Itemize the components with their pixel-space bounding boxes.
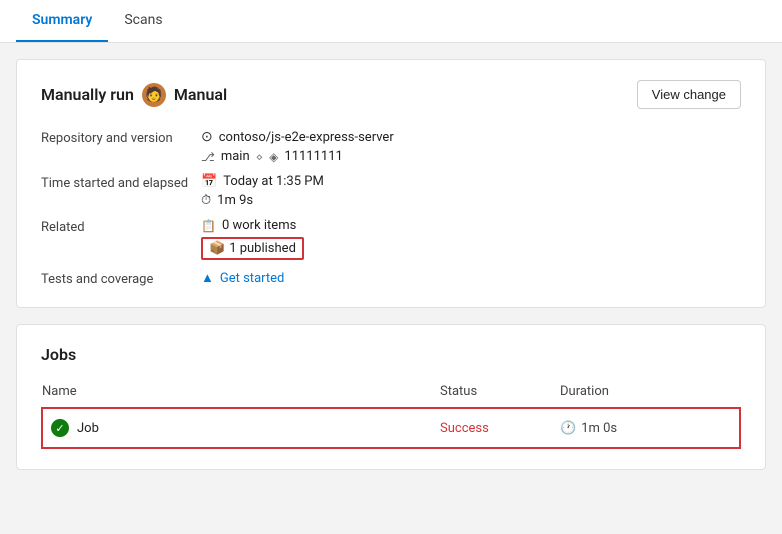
table-row: ✓ Job Success 🕐 1m 0s (42, 408, 740, 448)
published-box: 📦 1 published (201, 237, 304, 260)
repo-name: contoso/js-e2e-express-server (219, 130, 394, 145)
time-started: Today at 1:35 PM (223, 174, 324, 189)
get-started-link[interactable]: Get started (220, 271, 284, 286)
repo-value: ⊙ contoso/js-e2e-express-server ⎇ main ⋄… (201, 129, 741, 164)
jobs-table: Name Status Duration ✓ Job Success (41, 376, 741, 449)
status-badge: Success (440, 421, 489, 436)
duration-clock-icon: 🕐 (560, 421, 576, 436)
job-name: Job (77, 421, 99, 436)
tab-scans[interactable]: Scans (108, 0, 178, 42)
summary-card-header: Manually run 🧑 Manual View change (41, 80, 741, 109)
published-text: 1 published (229, 241, 296, 256)
commit-icon: ◈ (269, 150, 278, 164)
info-table: Repository and version ⊙ contoso/js-e2e-… (41, 129, 741, 287)
manual-label: Manual (174, 85, 227, 104)
view-change-button[interactable]: View change (637, 80, 741, 109)
success-icon: ✓ (51, 419, 69, 437)
related-value: 📋 0 work items 📦 1 published (201, 218, 741, 260)
jobs-table-header: Name Status Duration (42, 376, 740, 408)
repo-label: Repository and version (41, 129, 201, 164)
manually-run-label: Manually run (41, 85, 134, 104)
elapsed-time: 1m 9s (217, 193, 253, 208)
col-name: Name (42, 376, 440, 408)
col-status: Status (440, 376, 560, 408)
clock-icon: ⏱ (201, 193, 211, 208)
job-name-cell: ✓ Job (42, 408, 440, 448)
artifact-icon: 📦 (209, 241, 225, 256)
summary-title: Manually run 🧑 Manual (41, 83, 227, 107)
main-content: Manually run 🧑 Manual View change Reposi… (0, 43, 782, 486)
job-duration: 1m 0s (581, 421, 617, 436)
work-items: 0 work items (222, 218, 296, 233)
tests-icon: ▲ (201, 270, 214, 286)
branch-name: main (221, 149, 250, 164)
workitem-icon: 📋 (201, 219, 216, 233)
commit-hash: 11111111 (284, 149, 342, 164)
separator: ⋄ (256, 150, 264, 164)
branch-icon: ⎇ (201, 150, 215, 164)
time-label: Time started and elapsed (41, 174, 201, 208)
job-duration-cell: 🕐 1m 0s (560, 408, 740, 448)
jobs-card: Jobs Name Status Duration ✓ Job (16, 324, 766, 470)
related-label: Related (41, 218, 201, 260)
col-duration: Duration (560, 376, 740, 408)
job-status-cell: Success (440, 408, 560, 448)
jobs-title: Jobs (41, 345, 741, 364)
time-value: 📅 Today at 1:35 PM ⏱ 1m 9s (201, 174, 741, 208)
tests-value: ▲ Get started (201, 270, 741, 287)
tests-label: Tests and coverage (41, 270, 201, 287)
calendar-icon: 📅 (201, 174, 217, 189)
avatar: 🧑 (142, 83, 166, 107)
tab-summary[interactable]: Summary (16, 0, 108, 42)
github-icon: ⊙ (201, 129, 213, 145)
summary-card: Manually run 🧑 Manual View change Reposi… (16, 59, 766, 308)
tabs-bar: Summary Scans (0, 0, 782, 43)
